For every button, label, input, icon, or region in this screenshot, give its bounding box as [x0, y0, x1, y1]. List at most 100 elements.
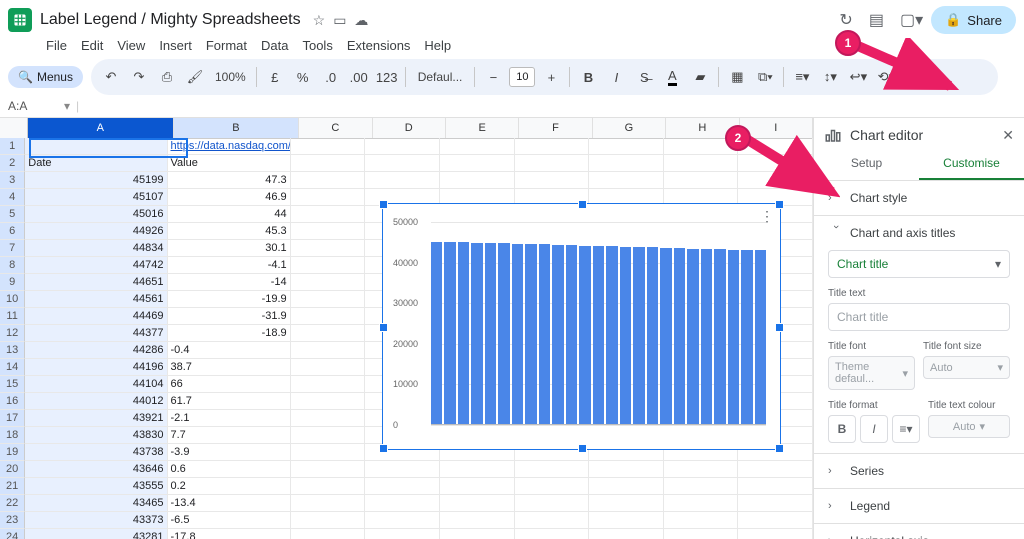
move-icon[interactable]: ▭	[333, 12, 346, 29]
align-button[interactable]: ≡▾	[892, 415, 920, 443]
menu-extensions[interactable]: Extensions	[347, 38, 411, 53]
cell[interactable]	[25, 138, 167, 155]
section-horizontal-axis[interactable]: › Horizontal axis	[814, 524, 1024, 539]
menu-file[interactable]: File	[46, 38, 67, 53]
cell[interactable]	[365, 172, 440, 189]
cell[interactable]	[738, 172, 813, 189]
cell[interactable]	[440, 172, 515, 189]
bar[interactable]	[728, 250, 739, 425]
history-icon[interactable]: ↻	[839, 10, 852, 30]
title-font-dropdown[interactable]: Theme defaul...▾	[828, 356, 915, 390]
print-button[interactable]: ⎙	[155, 65, 179, 89]
cell[interactable]	[291, 223, 366, 240]
row-header[interactable]: 12	[0, 325, 25, 342]
redo-button[interactable]: ↷	[127, 65, 151, 89]
cell[interactable]	[291, 359, 366, 376]
col-header-c[interactable]: C	[299, 118, 372, 138]
increase-decimal-button[interactable]: .00	[347, 65, 371, 89]
bar[interactable]	[458, 242, 469, 425]
bar[interactable]	[714, 249, 725, 425]
italic-button[interactable]: I	[604, 65, 628, 89]
cell[interactable]: 43465	[25, 495, 167, 512]
cell[interactable]	[440, 529, 515, 539]
cell[interactable]: 45016	[25, 206, 167, 223]
resize-handle[interactable]	[775, 444, 784, 453]
cell[interactable]: -17.8	[168, 529, 291, 539]
strikethrough-button[interactable]: S̶	[632, 65, 656, 89]
menu-view[interactable]: View	[117, 38, 145, 53]
fill-color-button[interactable]: ▰	[688, 65, 712, 89]
cell[interactable]	[738, 461, 813, 478]
row-header[interactable]: 22	[0, 495, 25, 512]
bold-button[interactable]: B	[576, 65, 600, 89]
cell[interactable]: 43281	[25, 529, 167, 539]
title-colour-dropdown[interactable]: Auto ▾	[928, 415, 1010, 438]
row-header[interactable]: 17	[0, 410, 25, 427]
cell[interactable]: https://data.nasdaq.com/ap	[168, 138, 291, 155]
cell[interactable]	[589, 529, 664, 539]
cell[interactable]	[291, 189, 366, 206]
cell[interactable]	[664, 461, 739, 478]
close-icon[interactable]: ✕	[1002, 127, 1014, 144]
document-title[interactable]: Label Legend / Mighty Spreadsheets	[40, 11, 301, 29]
bar[interactable]	[647, 247, 658, 425]
resize-handle[interactable]	[578, 444, 587, 453]
menu-format[interactable]: Format	[206, 38, 247, 53]
merge-button[interactable]: ⧉▾	[753, 65, 777, 89]
cell[interactable]: Value	[168, 155, 291, 172]
italic-button[interactable]: I	[860, 415, 888, 443]
row-header[interactable]: 15	[0, 376, 25, 393]
row-header[interactable]: 6	[0, 223, 25, 240]
row-header[interactable]: 24	[0, 529, 25, 539]
bold-button[interactable]: B	[828, 415, 856, 443]
spreadsheet-grid[interactable]: A B C D E F G H I 1https://data.nasdaq.c…	[0, 118, 813, 539]
col-header-d[interactable]: D	[373, 118, 446, 138]
cell[interactable]: 38.7	[168, 359, 291, 376]
cell[interactable]: 44651	[25, 274, 167, 291]
cell[interactable]: 44196	[25, 359, 167, 376]
menus-search-chip[interactable]: 🔍 Menus	[8, 66, 83, 88]
cell[interactable]	[291, 274, 366, 291]
cell[interactable]	[365, 461, 440, 478]
cell[interactable]: -18.9	[168, 325, 291, 342]
percent-button[interactable]: %	[291, 65, 315, 89]
cell[interactable]	[515, 529, 590, 539]
bar[interactable]	[593, 246, 604, 425]
cell[interactable]	[291, 138, 366, 155]
row-header[interactable]: 16	[0, 393, 25, 410]
cell[interactable]	[664, 495, 739, 512]
currency-button[interactable]: £	[263, 65, 287, 89]
cell[interactable]	[440, 138, 515, 155]
resize-handle[interactable]	[775, 323, 784, 332]
cell[interactable]	[291, 325, 366, 342]
cell[interactable]: 47.3	[168, 172, 291, 189]
font-family-dropdown[interactable]: Defaul...	[412, 65, 469, 89]
cell[interactable]	[738, 529, 813, 539]
decrease-font-button[interactable]: −	[481, 65, 505, 89]
row-header[interactable]: 23	[0, 512, 25, 529]
cell[interactable]	[291, 206, 366, 223]
cell[interactable]: 44834	[25, 240, 167, 257]
star-icon[interactable]: ☆	[313, 12, 326, 29]
cell[interactable]: 43738	[25, 444, 167, 461]
cell[interactable]	[365, 529, 440, 539]
cell[interactable]	[291, 376, 366, 393]
menu-help[interactable]: Help	[424, 38, 451, 53]
cell[interactable]	[291, 240, 366, 257]
undo-button[interactable]: ↶	[99, 65, 123, 89]
cell[interactable]	[365, 512, 440, 529]
cell[interactable]	[515, 138, 590, 155]
cell[interactable]	[589, 512, 664, 529]
comments-icon[interactable]: ▤	[869, 10, 884, 30]
row-header[interactable]: 7	[0, 240, 25, 257]
cell[interactable]	[291, 257, 366, 274]
cell[interactable]	[291, 478, 366, 495]
section-legend[interactable]: › Legend	[814, 489, 1024, 524]
text-color-button[interactable]: A	[660, 65, 684, 89]
section-series[interactable]: › Series	[814, 454, 1024, 489]
tab-customise[interactable]: Customise	[919, 148, 1024, 180]
row-header[interactable]: 9	[0, 274, 25, 291]
cell[interactable]: 43921	[25, 410, 167, 427]
cell[interactable]: 44742	[25, 257, 167, 274]
title-text-input[interactable]: Chart title	[828, 303, 1010, 331]
